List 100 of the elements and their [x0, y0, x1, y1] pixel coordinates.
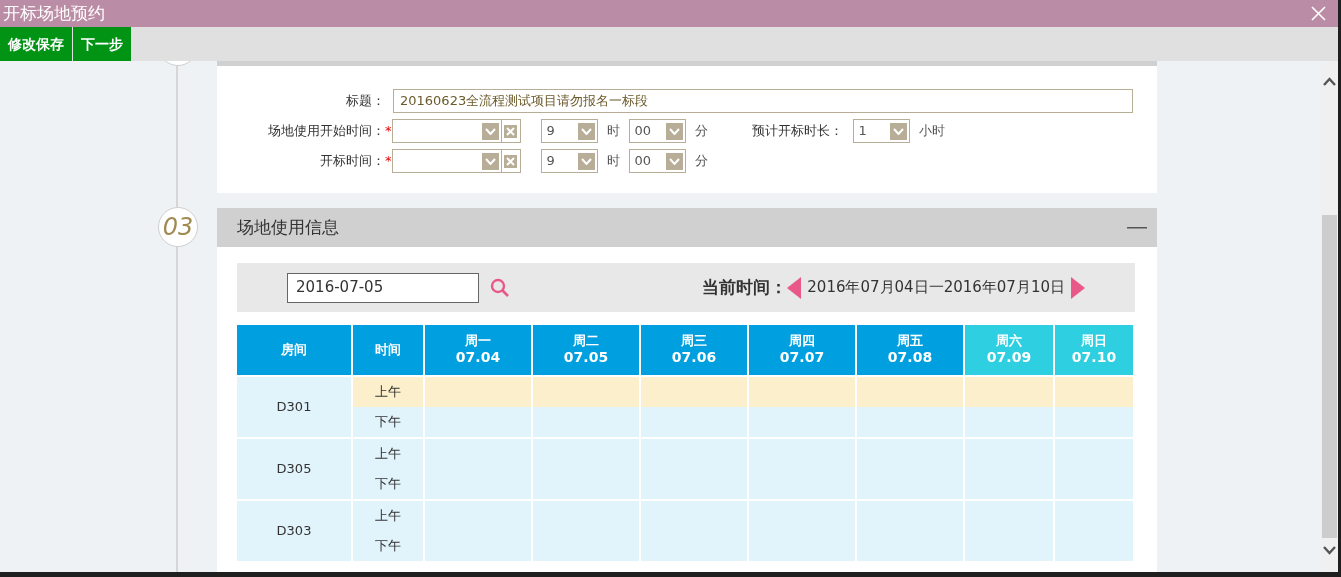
booking-cell[interactable] — [533, 501, 639, 531]
date-label: 07.08 — [887, 349, 933, 367]
previous-week-icon[interactable] — [787, 276, 802, 299]
booking-cell[interactable] — [857, 439, 963, 469]
time-cell: 上午 — [353, 377, 423, 407]
date-label: 07.05 — [563, 349, 609, 367]
booking-cell[interactable] — [641, 407, 747, 437]
column-header: 房间 — [237, 325, 351, 375]
booking-cell[interactable] — [749, 439, 855, 469]
booking-cell[interactable] — [533, 377, 639, 407]
booking-cell[interactable] — [533, 407, 639, 437]
select-field[interactable]: 9 — [540, 149, 598, 173]
booking-cell[interactable] — [749, 531, 855, 561]
required-mark: * — [385, 122, 392, 141]
booking-cell[interactable] — [641, 501, 747, 531]
booking-cell[interactable] — [965, 501, 1053, 531]
date-label: 07.06 — [671, 349, 717, 367]
scrollbar-thumb[interactable] — [1322, 215, 1337, 538]
select-field[interactable]: 1 — [852, 119, 910, 143]
booking-cell[interactable] — [857, 531, 963, 561]
weekday-label: 周三 — [681, 333, 707, 350]
booking-cell[interactable] — [533, 469, 639, 499]
booking-cell[interactable] — [641, 439, 747, 469]
field-label: 开标时间： — [319, 152, 385, 171]
title-field[interactable]: 20160623全流程测试项目请勿报名一标段 — [393, 89, 1133, 113]
booking-cell[interactable] — [425, 531, 531, 561]
booking-cell[interactable] — [425, 469, 531, 499]
booking-cell[interactable] — [749, 469, 855, 499]
date-field[interactable] — [391, 149, 502, 173]
booking-cell[interactable] — [641, 377, 747, 407]
booking-cell[interactable] — [1055, 377, 1133, 407]
search-icon[interactable] — [490, 277, 510, 298]
toolbar-button[interactable]: 修改保存 — [0, 27, 73, 61]
booking-cell[interactable] — [965, 531, 1053, 561]
select-value: 9 — [546, 122, 555, 141]
booking-cell[interactable] — [857, 469, 963, 499]
weekday-label: 周二 — [573, 333, 599, 350]
weekday-label: 周六 — [996, 333, 1022, 350]
booking-cell[interactable] — [965, 469, 1053, 499]
weekday-label: 周五 — [897, 333, 923, 350]
close-icon[interactable] — [1311, 6, 1326, 21]
booking-cell[interactable] — [1055, 407, 1133, 437]
booking-cell[interactable] — [1055, 439, 1133, 469]
booking-cell[interactable] — [749, 501, 855, 531]
collapse-icon[interactable] — [1127, 226, 1147, 229]
booking-cell[interactable] — [533, 439, 639, 469]
booking-cell[interactable] — [857, 501, 963, 531]
column-header: 时间 — [353, 325, 423, 375]
select-field[interactable]: 00 — [628, 119, 686, 143]
unit-label: 分 — [693, 152, 709, 171]
booking-cell[interactable] — [425, 377, 531, 407]
booking-cell[interactable] — [965, 439, 1053, 469]
booking-cell[interactable] — [533, 531, 639, 561]
booking-cell[interactable] — [425, 439, 531, 469]
room-cell: D301 — [237, 377, 351, 437]
clear-button[interactable] — [501, 149, 521, 173]
time-cell: 下午 — [353, 407, 423, 437]
section-title: 场地使用信息 — [237, 215, 339, 239]
weekday-label: 周日 — [1081, 333, 1107, 350]
field-label: 标题： — [345, 92, 385, 111]
week-range: 2016年07月04日一2016年07月10日 — [806, 277, 1066, 299]
time-cell: 上午 — [353, 439, 423, 469]
weekday-label: 周四 — [789, 333, 815, 350]
date-label: 07.07 — [779, 349, 825, 367]
booking-cell[interactable] — [1055, 531, 1133, 561]
clear-button[interactable] — [501, 119, 521, 143]
toolbar-button[interactable]: 下一步 — [73, 27, 132, 61]
booking-cell[interactable] — [641, 531, 747, 561]
booking-cell[interactable] — [749, 377, 855, 407]
weekday-label: 周一 — [465, 333, 491, 350]
booking-cell[interactable] — [965, 377, 1053, 407]
time-cell: 下午 — [353, 531, 423, 561]
next-week-icon[interactable] — [1071, 276, 1085, 299]
current-time-label: 当前时间： — [702, 275, 788, 299]
booking-cell[interactable] — [749, 407, 855, 437]
booking-cell[interactable] — [641, 469, 747, 499]
date-label: 07.10 — [1071, 349, 1117, 367]
booking-cell[interactable] — [857, 407, 963, 437]
booking-cell[interactable] — [425, 407, 531, 437]
select-field[interactable]: 00 — [628, 149, 686, 173]
field-label: 预计开标时长： — [751, 122, 843, 141]
unit-label: 时 — [605, 122, 621, 141]
scroll-up-icon[interactable] — [1323, 77, 1336, 86]
booking-cell[interactable] — [1055, 469, 1133, 499]
time-cell: 下午 — [353, 469, 423, 499]
booking-cell[interactable] — [965, 407, 1053, 437]
booking-cell[interactable] — [1055, 501, 1133, 531]
unit-label: 时 — [605, 152, 621, 171]
select-value: 00 — [634, 152, 652, 171]
select-field[interactable]: 9 — [540, 119, 598, 143]
date-field[interactable] — [391, 119, 502, 143]
booking-cell[interactable] — [857, 377, 963, 407]
scroll-down-icon[interactable] — [1323, 546, 1336, 555]
booking-cell[interactable] — [425, 501, 531, 531]
room-cell: D303 — [237, 501, 351, 561]
date-search-field[interactable]: 2016-07-05 — [287, 272, 479, 303]
time-cell: 上午 — [353, 501, 423, 531]
window-title: 开标场地预约 — [3, 1, 105, 25]
step-number: 03 — [158, 207, 198, 247]
date-label: 07.09 — [986, 349, 1032, 367]
